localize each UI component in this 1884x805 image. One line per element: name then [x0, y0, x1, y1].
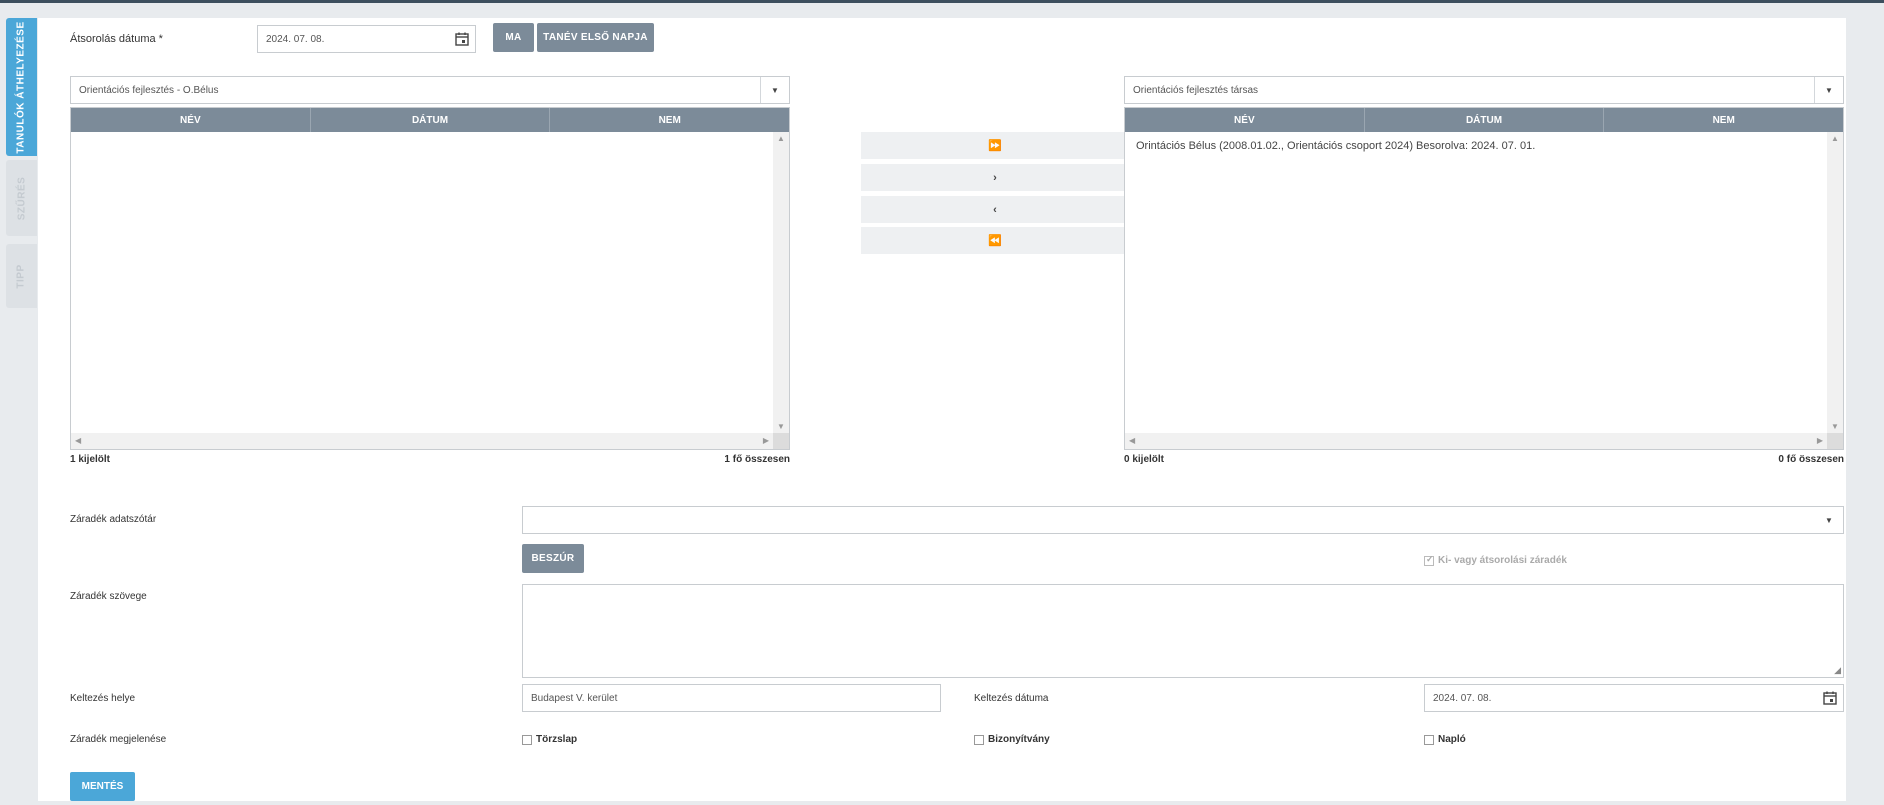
save-button[interactable]: MENTÉS: [70, 772, 135, 801]
left-col-gender[interactable]: NEM: [550, 108, 789, 132]
left-group-select[interactable]: Orientációs fejlesztés - O.Bélus ▼: [70, 76, 790, 104]
checkbox-icon[interactable]: [522, 734, 532, 745]
transfer-date-label: Átsorolás dátuma *: [70, 33, 163, 45]
right-col-name[interactable]: NÉV: [1125, 108, 1365, 132]
tab-student-transfer[interactable]: TANULÓK ÁTHELYEZÉSE: [6, 18, 37, 156]
transfer-date-input[interactable]: 2024. 07. 08.: [257, 25, 476, 53]
move-left-button[interactable]: ‹: [861, 196, 1129, 223]
left-total-count: 1 fő összesen: [724, 454, 790, 465]
scroll-up-icon[interactable]: ▲: [777, 134, 785, 143]
scroll-down-icon[interactable]: ▼: [777, 422, 785, 431]
right-total-count: 0 fő összesen: [1778, 454, 1844, 465]
tab-tip[interactable]: TIPP: [6, 244, 37, 308]
chevron-right-icon: ›: [993, 171, 997, 184]
move-right-button[interactable]: ›: [861, 164, 1129, 191]
double-chevron-right-icon: ⏩: [988, 140, 1002, 152]
first-day-button[interactable]: TANÉV ELSŐ NAPJA: [537, 23, 654, 52]
left-student-list[interactable]: NÉV DÁTUM NEM ▲ ▼ ◀ ▶: [70, 107, 790, 450]
chevron-down-icon[interactable]: ▼: [1814, 77, 1843, 103]
issue-date-input[interactable]: 2024. 07. 08.: [1424, 684, 1844, 712]
issue-place-label: Keltezés helye: [70, 693, 136, 704]
left-col-name[interactable]: NÉV: [71, 108, 311, 132]
left-horizontal-scrollbar[interactable]: ◀ ▶: [71, 433, 773, 449]
left-vertical-scrollbar[interactable]: ▲ ▼: [773, 132, 789, 433]
list-item[interactable]: Orintációs Bélus (2008.01.02., Orientáci…: [1136, 140, 1535, 152]
left-col-date[interactable]: DÁTUM: [311, 108, 551, 132]
move-all-right-button[interactable]: ⏩: [861, 132, 1129, 159]
appearance-label: Záradék megjelenése: [70, 734, 167, 745]
checkbox-diary[interactable]: Napló: [1424, 734, 1466, 745]
right-horizontal-scrollbar[interactable]: ◀ ▶: [1125, 433, 1827, 449]
today-button[interactable]: MA: [493, 23, 534, 52]
chevron-left-icon: ‹: [993, 203, 997, 216]
insert-button[interactable]: BESZÚR: [522, 544, 584, 573]
right-group-select[interactable]: Orientációs fejlesztés társas ▼: [1124, 76, 1844, 104]
scroll-right-icon[interactable]: ▶: [1817, 436, 1823, 445]
checkbox-certificate[interactable]: Bizonyítvány: [974, 734, 1050, 745]
issue-date-label: Keltezés dátuma: [974, 693, 1049, 704]
chevron-down-icon[interactable]: ▼: [1815, 507, 1843, 533]
move-all-left-button[interactable]: ⏪: [861, 227, 1129, 254]
scrollbar-corner: [773, 433, 789, 449]
scrollbar-corner: [1827, 433, 1843, 449]
tab-filter[interactable]: SZŰRÉS: [6, 160, 37, 236]
chevron-down-icon[interactable]: ▼: [760, 77, 789, 103]
clause-dictionary-label: Záradék adatszótár: [70, 514, 157, 525]
calendar-icon[interactable]: [455, 32, 469, 49]
scroll-down-icon[interactable]: ▼: [1831, 422, 1839, 431]
issue-place-value: Budapest V. kerület: [531, 692, 618, 704]
checkbox-icon[interactable]: [974, 734, 984, 745]
clause-text-label: Záradék szövege: [70, 591, 147, 602]
clause-text-area[interactable]: ◢: [522, 584, 1844, 678]
top-bar: [0, 0, 1884, 3]
right-selected-count: 0 kijelölt: [1124, 454, 1165, 465]
transfer-date-value: 2024. 07. 08.: [266, 33, 325, 45]
right-vertical-scrollbar[interactable]: ▲ ▼: [1827, 132, 1843, 433]
scroll-right-icon[interactable]: ▶: [763, 436, 769, 445]
exit-clause-checkbox[interactable]: ✓ Ki- vagy átsorolási záradék: [1424, 554, 1567, 566]
right-col-gender[interactable]: NEM: [1604, 108, 1843, 132]
right-student-list[interactable]: NÉV DÁTUM NEM Orintációs Bélus (2008.01.…: [1124, 107, 1844, 450]
checkbox-icon[interactable]: [1424, 734, 1434, 745]
checkbox-checked-icon[interactable]: ✓: [1424, 554, 1434, 566]
clause-dictionary-select[interactable]: ▼: [522, 506, 1844, 534]
scroll-left-icon[interactable]: ◀: [1129, 436, 1135, 445]
issue-place-input[interactable]: Budapest V. kerület: [522, 684, 941, 712]
right-col-date[interactable]: DÁTUM: [1365, 108, 1605, 132]
issue-date-value: 2024. 07. 08.: [1433, 692, 1492, 704]
side-tabs: TANULÓK ÁTHELYEZÉSE SZŰRÉS TIPP: [6, 18, 38, 310]
left-list-header: NÉV DÁTUM NEM: [71, 108, 789, 132]
right-group-value: Orientációs fejlesztés társas: [1133, 84, 1259, 96]
scroll-up-icon[interactable]: ▲: [1831, 134, 1839, 143]
calendar-icon[interactable]: [1823, 691, 1837, 708]
right-list-header: NÉV DÁTUM NEM: [1125, 108, 1843, 132]
checkbox-registry[interactable]: Törzslap: [522, 734, 577, 745]
left-selected-count: 1 kijelölt: [70, 454, 111, 465]
double-chevron-left-icon: ⏪: [988, 235, 1002, 247]
resize-handle-icon[interactable]: ◢: [1834, 665, 1841, 676]
scroll-left-icon[interactable]: ◀: [75, 436, 81, 445]
left-group-value: Orientációs fejlesztés - O.Bélus: [79, 84, 219, 96]
main-panel: Átsorolás dátuma * 2024. 07. 08. MA TANÉ…: [38, 18, 1846, 801]
